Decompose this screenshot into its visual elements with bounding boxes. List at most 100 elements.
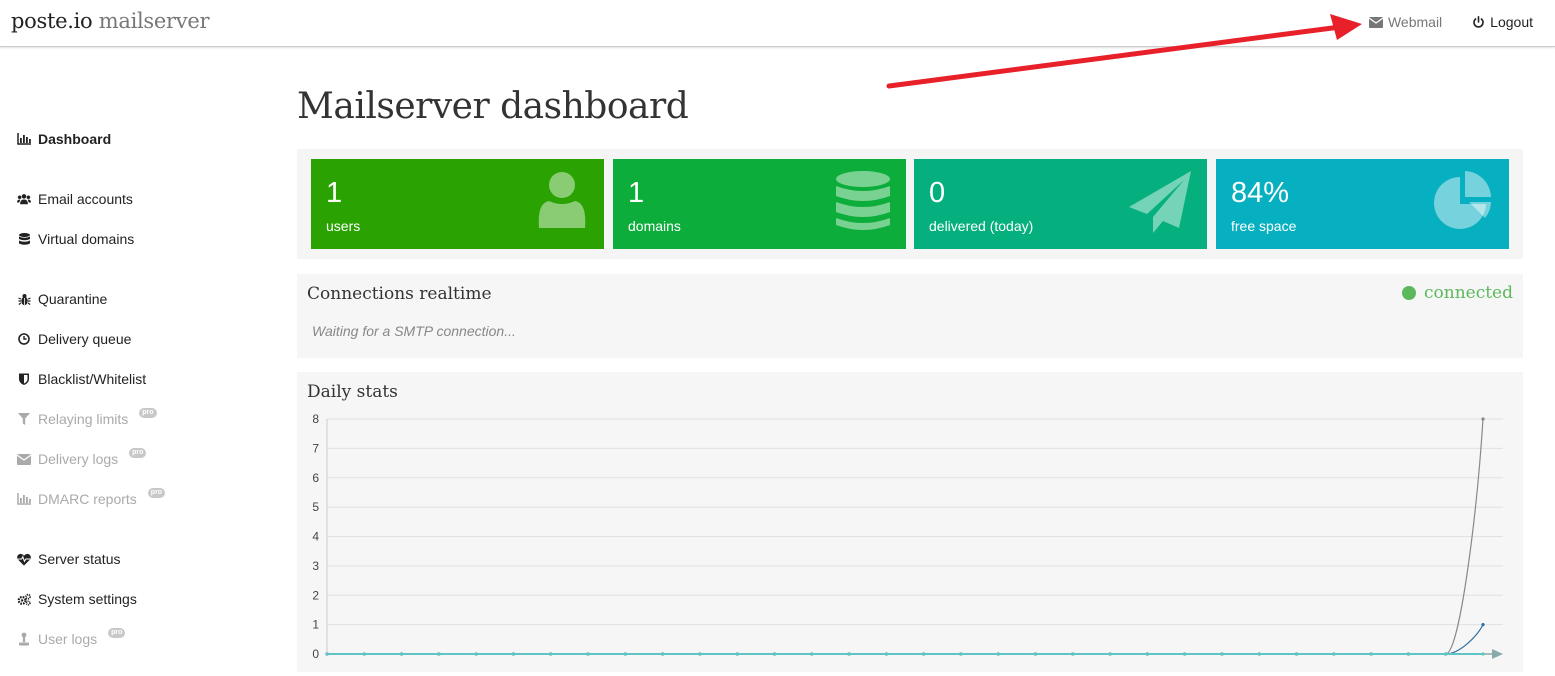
stat-users[interactable]: 1 users — [311, 159, 604, 249]
stats-row: 1 users 1 domains 0 delivered (today) 84… — [297, 149, 1523, 259]
waiting-message: Waiting for a SMTP connection... — [312, 323, 516, 339]
data-point — [996, 652, 1000, 656]
envelope-icon — [1368, 16, 1383, 28]
sidebar-item-delivery-queue[interactable]: Delivery queue — [17, 331, 131, 347]
data-point — [922, 652, 926, 656]
sidebar-item-relaying-limits[interactable]: Relaying limits pro — [17, 408, 157, 427]
user-log-icon — [17, 632, 31, 646]
sidebar-item-system-settings[interactable]: System settings — [17, 591, 137, 607]
y-tick-label: 8 — [312, 412, 319, 426]
sidebar-item-label: Quarantine — [38, 291, 108, 307]
stat-delivered-today[interactable]: 0 delivered (today) — [914, 159, 1207, 249]
y-tick-label: 5 — [312, 500, 319, 514]
sidebar-item-label: Server status — [38, 551, 121, 567]
sidebar-item-server-status[interactable]: Server status — [17, 551, 120, 567]
data-point — [325, 652, 329, 656]
sidebar-item-label: Relaying limits — [38, 411, 129, 427]
logout-link[interactable]: Logout — [1472, 14, 1533, 30]
data-point — [698, 652, 702, 656]
bar-chart-icon — [17, 492, 31, 506]
sidebar-item-label: User logs — [38, 631, 98, 647]
users-icon — [17, 192, 31, 206]
bug-icon — [17, 292, 31, 306]
data-point — [810, 652, 814, 656]
sidebar-item-blacklist-whitelist[interactable]: Blacklist/Whitelist — [17, 371, 146, 387]
data-point — [1145, 652, 1149, 656]
filter-icon — [17, 412, 31, 426]
data-point — [661, 652, 665, 656]
data-point — [847, 652, 851, 656]
sidebar-item-label: Delivery logs — [38, 451, 119, 467]
stat-domains[interactable]: 1 domains — [613, 159, 906, 249]
sidebar-item-user-logs[interactable]: User logs pro — [17, 628, 126, 647]
y-tick-label: 1 — [312, 618, 319, 632]
data-point — [511, 652, 516, 656]
cogs-icon — [17, 592, 31, 606]
sidebar-item-label: Email accounts — [38, 191, 133, 207]
sidebar-item-label: Blacklist/Whitelist — [38, 371, 147, 387]
sidebar-item-dashboard[interactable]: Dashboard — [17, 131, 111, 147]
sidebar-item-label: Delivery queue — [38, 331, 132, 347]
data-point — [884, 652, 888, 656]
stat-value: 84% — [1231, 177, 1290, 209]
data-point — [1220, 652, 1224, 656]
stat-value: 1 — [628, 177, 645, 209]
data-point — [959, 652, 963, 656]
data-point — [1108, 652, 1112, 656]
data-point — [1071, 652, 1075, 656]
data-point — [474, 652, 478, 656]
sidebar-item-email-accounts[interactable]: Email accounts — [17, 191, 133, 207]
data-point — [1257, 652, 1261, 656]
series-line — [327, 624, 1484, 655]
pie-chart-icon — [1433, 171, 1493, 236]
sidebar-item-dmarc-reports[interactable]: DMARC reports pro — [17, 488, 166, 507]
stat-value: 0 — [929, 177, 946, 209]
pro-badge: pro — [139, 408, 157, 418]
sidebar-item-label: DMARC reports — [38, 491, 137, 507]
webmail-link[interactable]: Webmail — [1368, 14, 1443, 30]
data-point — [362, 652, 366, 656]
data-point — [549, 652, 553, 656]
database-icon — [17, 232, 31, 246]
stat-label: users — [326, 218, 361, 234]
brand-suffix: mailserver — [98, 9, 210, 33]
daily-stats-chart: 0 1 2 3 4 5 6 7 8 — [312, 412, 1503, 661]
shield-icon — [17, 372, 31, 386]
data-point — [1033, 652, 1038, 656]
data-point — [623, 652, 627, 656]
data-point — [1481, 652, 1485, 656]
data-point — [1183, 652, 1187, 656]
y-tick-label: 4 — [312, 530, 319, 544]
page-title: Mailserver dashboard — [297, 86, 689, 127]
sidebar-item-quarantine[interactable]: Quarantine — [17, 291, 107, 307]
y-tick-label: 6 — [312, 471, 319, 485]
sidebar-item-delivery-logs[interactable]: Delivery logs pro — [17, 448, 147, 467]
brand-logo[interactable]: poste.io mailserver — [11, 9, 210, 33]
data-point — [1294, 652, 1299, 656]
user-icon — [536, 171, 588, 234]
bar-chart-icon — [17, 132, 31, 146]
power-icon — [1472, 15, 1485, 29]
stat-value: 1 — [326, 177, 343, 209]
stat-label: free space — [1231, 218, 1297, 234]
connection-status-label: connected — [1423, 283, 1513, 303]
data-point — [1444, 652, 1448, 656]
daily-stats-panel: Daily stats 012345678 — [297, 372, 1523, 672]
sidebar-item-label: System settings — [38, 591, 137, 607]
logout-label: Logout — [1490, 14, 1533, 30]
data-point — [399, 652, 404, 656]
connections-panel: Connections realtime connected Waiting f… — [297, 274, 1523, 358]
connections-title: Connections realtime — [307, 284, 492, 304]
nav-right: Webmail Logout — [1368, 14, 1533, 30]
y-tick-label: 0 — [312, 647, 319, 661]
stat-free-space[interactable]: 84% free space — [1216, 159, 1509, 249]
pro-badge: pro — [147, 488, 166, 498]
data-point — [586, 652, 590, 656]
pro-badge: pro — [108, 628, 126, 638]
sidebar-item-virtual-domains[interactable]: Virtual domains — [17, 231, 134, 247]
y-tick-label: 7 — [312, 441, 319, 455]
webmail-label: Webmail — [1387, 14, 1443, 30]
data-point — [1406, 652, 1411, 656]
paper-plane-icon — [1129, 171, 1191, 238]
data-point — [735, 652, 739, 656]
